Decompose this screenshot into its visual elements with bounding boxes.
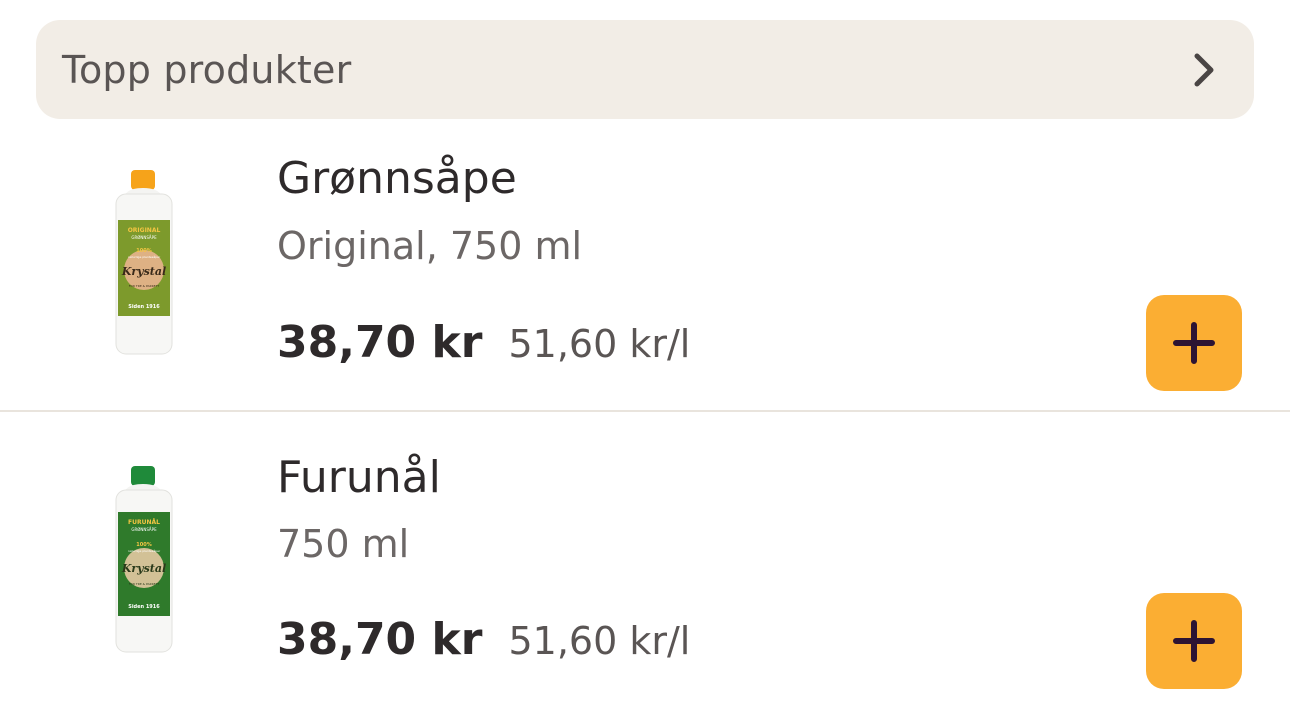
product-name: Furunål bbox=[277, 452, 441, 503]
svg-text:FOR TRE & PARKETT: FOR TRE & PARKETT bbox=[129, 284, 160, 288]
product-description: Original, 750 ml bbox=[277, 224, 583, 268]
svg-text:100%: 100% bbox=[136, 248, 151, 254]
plus-icon bbox=[1173, 322, 1215, 364]
product-image-gronnsape: ORIGINAL GRØNNSÅPE 100% naturlige plante… bbox=[115, 170, 173, 355]
svg-text:naturlige plantesåper: naturlige plantesåper bbox=[128, 548, 161, 553]
svg-text:GRØNNSÅPE: GRØNNSÅPE bbox=[131, 527, 157, 532]
svg-text:Siden 1916: Siden 1916 bbox=[128, 604, 160, 610]
svg-text:FOR TRE & PARKETT: FOR TRE & PARKETT bbox=[129, 582, 160, 586]
add-to-cart-button[interactable] bbox=[1146, 295, 1242, 391]
price-row: 38,70 kr 51,60 kr/l bbox=[277, 317, 690, 368]
product-price: 38,70 kr bbox=[277, 317, 483, 368]
product-item[interactable]: ORIGINAL GRØNNSÅPE 100% naturlige plante… bbox=[0, 120, 1290, 410]
product-item[interactable]: FURUNÅL GRØNNSÅPE 100% naturlige plantes… bbox=[0, 410, 1290, 702]
svg-text:100%: 100% bbox=[136, 542, 151, 548]
product-image-furunal: FURUNÅL GRØNNSÅPE 100% naturlige plantes… bbox=[115, 466, 173, 653]
unit-price: 51,60 kr/l bbox=[508, 619, 691, 663]
product-description: 750 ml bbox=[277, 522, 410, 566]
section-title: Topp produkter bbox=[62, 47, 352, 92]
product-name: Grønnsåpe bbox=[277, 153, 517, 204]
add-to-cart-button[interactable] bbox=[1146, 593, 1242, 689]
svg-text:Siden 1916: Siden 1916 bbox=[128, 304, 160, 310]
product-price: 38,70 kr bbox=[277, 614, 483, 665]
chevron-right-icon bbox=[1194, 53, 1214, 86]
svg-text:FURUNÅL: FURUNÅL bbox=[128, 519, 160, 526]
price-row: 38,70 kr 51,60 kr/l bbox=[277, 614, 690, 665]
svg-text:Krystal: Krystal bbox=[121, 265, 166, 278]
svg-text:naturlige plantesåper: naturlige plantesåper bbox=[128, 254, 161, 259]
svg-text:GRØNNSÅPE: GRØNNSÅPE bbox=[131, 235, 157, 240]
svg-text:ORIGINAL: ORIGINAL bbox=[128, 227, 161, 234]
unit-price: 51,60 kr/l bbox=[508, 322, 691, 366]
svg-text:Krystal: Krystal bbox=[121, 562, 166, 575]
plus-icon bbox=[1173, 620, 1215, 662]
top-products-header[interactable]: Topp produkter bbox=[36, 20, 1254, 119]
